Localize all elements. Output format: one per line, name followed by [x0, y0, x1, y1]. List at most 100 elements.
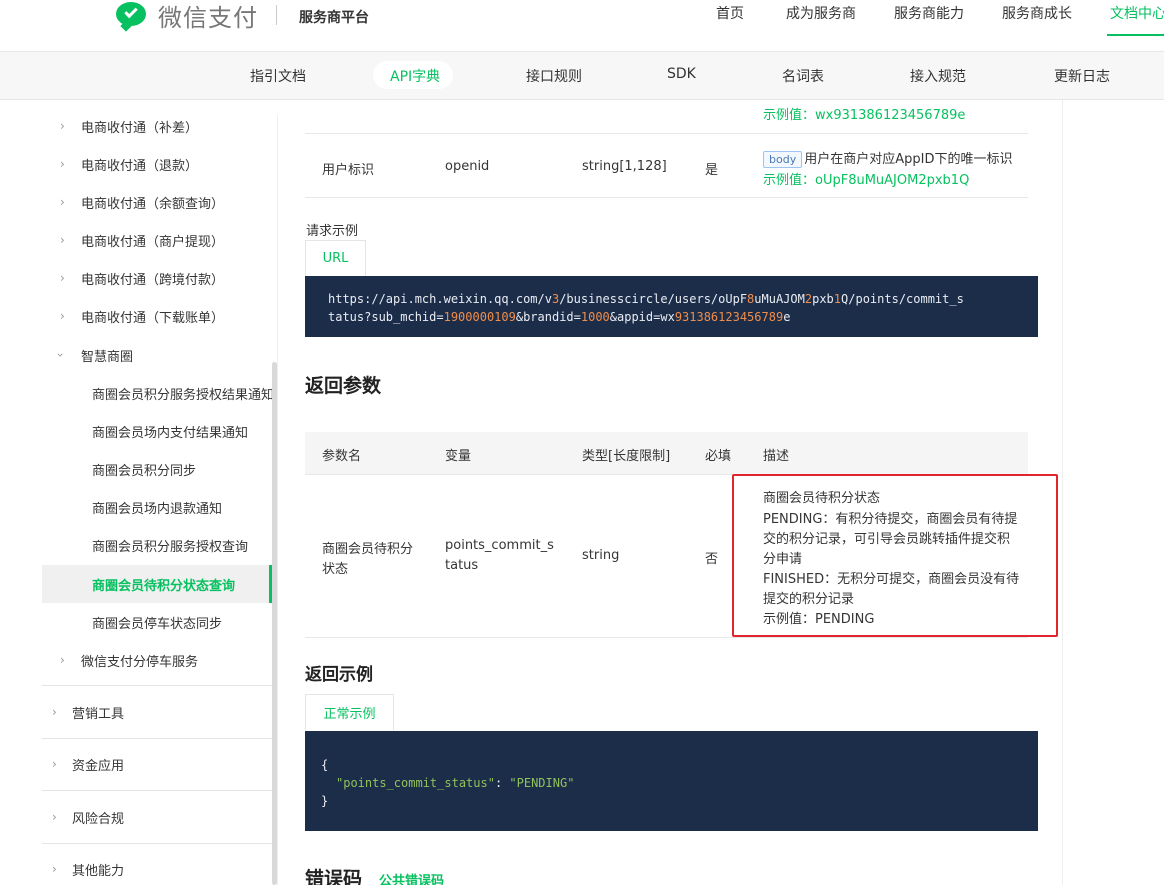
nav-home[interactable]: 首页: [716, 3, 744, 23]
resp-type: string: [582, 548, 620, 563]
wechatpay-icon: [116, 2, 152, 28]
sidebar-item-ecommerce-balance[interactable]: › 电商收付通（余额查询）: [42, 183, 272, 221]
sidebar-item-ecommerce-withdraw[interactable]: › 电商收付通（商户提现）: [42, 221, 272, 259]
sidebar-item-label: 其他能力: [72, 863, 125, 879]
sidebar-item-label: 电商收付通（跨境付款）: [81, 272, 225, 288]
param-description: body 用户在商户对应AppID下的唯一标识: [763, 148, 1012, 168]
sidebar-item-ecommerce-subsidy[interactable]: › 电商收付通（补差）: [42, 107, 272, 145]
sidebar-item-points-status-query[interactable]: 商圈会员待积分状态查询: [42, 565, 272, 603]
response-example-title: 返回示例: [305, 665, 373, 685]
code-line: https://api.mch.weixin.qq.com/v3/busines…: [328, 292, 964, 306]
top-header: 微信支付 服务商平台 首页 成为服务商 服务商能力 服务商成长 文档中心: [0, 0, 1164, 52]
sidebar-group-marketing[interactable]: › 营销工具: [42, 693, 272, 731]
sidebar-item-label: 商圈会员积分服务授权结果通知: [92, 387, 275, 403]
chevron-right-icon: ›: [60, 157, 65, 171]
sidebar-item-ecommerce-refund[interactable]: › 电商收付通（退款）: [42, 145, 272, 183]
tab-url[interactable]: URL: [305, 240, 366, 276]
request-example-label: 请求示例: [306, 224, 359, 239]
sidebar-group-smart-mall[interactable]: › 智慧商圈: [42, 336, 272, 374]
json-value: "PENDING": [509, 776, 575, 790]
sidebar-item-auth-result-notify[interactable]: 商圈会员积分服务授权结果通知: [42, 374, 275, 412]
request-code-block: https://api.mch.weixin.qq.com/v3/busines…: [305, 276, 1038, 337]
sidebar-divider: [42, 790, 272, 791]
subnav-api-dictionary[interactable]: API字典: [390, 66, 440, 86]
table-row-divider: [305, 197, 1028, 198]
sidebar-item-label: 商圈会员积分服务授权查询: [92, 539, 249, 555]
content-right-border: [1062, 100, 1063, 885]
col-param-name: 参数名: [322, 449, 362, 464]
sidebar-item-payscore-parking[interactable]: › 微信支付分停车服务: [42, 641, 272, 679]
sidebar-group-other[interactable]: › 其他能力: [42, 850, 272, 885]
response-code-block: { "points_commit_status": "PENDING" }: [305, 731, 1038, 831]
chevron-right-icon: ›: [60, 119, 65, 133]
sidebar-group-risk[interactable]: › 风险合规: [42, 798, 272, 836]
prev-row-example: 示例值：wx931386123456789e: [763, 108, 966, 123]
col-variable: 变量: [445, 449, 472, 464]
chevron-right-icon: ›: [60, 271, 65, 285]
sidebar-item-parking-sync[interactable]: 商圈会员停车状态同步: [42, 603, 272, 641]
nav-docs-center[interactable]: 文档中心: [1110, 3, 1164, 23]
sidebar-item-label: 智慧商圈: [81, 349, 134, 365]
param-type: string[1,128]: [582, 159, 667, 174]
sidebar-item-points-sync[interactable]: 商圈会员积分同步: [42, 450, 272, 488]
sidebar-item-label: 电商收付通（商户提现）: [81, 234, 225, 250]
nav-provider-growth[interactable]: 服务商成长: [1002, 3, 1072, 23]
brand-name: 微信支付: [158, 3, 258, 32]
subnav-glossary[interactable]: 名词表: [782, 66, 824, 86]
wechatpay-logo[interactable]: 微信支付 服务商平台: [116, 0, 369, 32]
col-type: 类型[长度限制]: [582, 449, 671, 464]
sidebar-scrollbar[interactable]: [272, 362, 277, 885]
sidebar-item-auth-query[interactable]: 商圈会员积分服务授权查询: [42, 526, 272, 564]
chevron-right-icon: ›: [52, 705, 57, 719]
sidebar-item-ecommerce-crossborder[interactable]: › 电商收付通（跨境付款）: [42, 259, 272, 297]
chevron-right-icon: ›: [52, 862, 57, 876]
resp-variable-line2: tatus: [445, 558, 479, 573]
json-key: "points_commit_status": [336, 776, 495, 790]
code-line: }: [321, 794, 329, 808]
sidebar-item-label: 电商收付通（余额查询）: [81, 196, 225, 212]
sidebar-divider: [42, 738, 272, 739]
sidebar-item-label: 营销工具: [72, 706, 125, 722]
doc-subnav: [0, 52, 1164, 100]
platform-name: 服务商平台: [299, 10, 369, 26]
subnav-guide[interactable]: 指引文档: [250, 66, 306, 86]
sidebar-item-ecommerce-bill[interactable]: › 电商收付通（下载账单）: [42, 297, 272, 335]
sidebar-border: [277, 115, 278, 885]
response-params-title: 返回参数: [305, 375, 382, 397]
sidebar-item-label: 商圈会员场内退款通知: [92, 501, 223, 517]
sidebar-item-label: 资金应用: [72, 758, 125, 774]
sidebar-item-label: 商圈会员场内支付结果通知: [92, 425, 249, 441]
subnav-access-spec[interactable]: 接入规范: [910, 66, 966, 86]
subnav-api-rules[interactable]: 接口规则: [526, 66, 582, 86]
sidebar-item-label: 微信支付分停车服务: [81, 654, 199, 670]
public-error-codes-link[interactable]: 公共错误码: [379, 870, 444, 885]
nav-active-indicator: [1107, 34, 1164, 36]
chevron-right-icon: ›: [52, 810, 57, 824]
tab-normal-example[interactable]: 正常示例: [305, 694, 394, 730]
logo-divider: [276, 5, 277, 25]
sidebar-group-funds[interactable]: › 资金应用: [42, 745, 272, 783]
resp-required: 否: [705, 552, 719, 567]
code-line: tatus?sub_mchid=1900000109&brandid=1000&…: [328, 310, 791, 324]
chevron-right-icon: ›: [60, 653, 65, 667]
highlight-box: [732, 474, 1058, 637]
nav-provider-capability[interactable]: 服务商能力: [894, 3, 964, 23]
sidebar-item-payment-result-notify[interactable]: 商圈会员场内支付结果通知: [42, 412, 272, 450]
chevron-down-icon: ›: [53, 352, 68, 358]
sidebar-item-label: 电商收付通（补差）: [81, 120, 199, 136]
subnav-sdk[interactable]: SDK: [667, 66, 696, 82]
param-variable: openid: [445, 159, 490, 174]
error-codes-title: 错误码: [305, 868, 363, 885]
body-tag: body: [763, 151, 803, 168]
sidebar-item-refund-notify[interactable]: 商圈会员场内退款通知: [42, 488, 272, 526]
sidebar-item-label: 商圈会员停车状态同步: [92, 616, 223, 632]
sidebar-item-label: 电商收付通（下载账单）: [81, 310, 225, 326]
resp-variable-line1: points_commit_s: [445, 538, 554, 553]
subnav-changelog[interactable]: 更新日志: [1054, 66, 1110, 86]
chevron-right-icon: ›: [60, 233, 65, 247]
param-example: 示例值：oUpF8uMuAJOM2pxb1Q: [763, 173, 970, 188]
chevron-right-icon: ›: [60, 309, 65, 323]
resp-param-name-line1: 商圈会员待积分: [322, 542, 414, 557]
sidebar-item-label: 商圈会员积分同步: [92, 463, 197, 479]
nav-become-provider[interactable]: 成为服务商: [786, 3, 856, 23]
